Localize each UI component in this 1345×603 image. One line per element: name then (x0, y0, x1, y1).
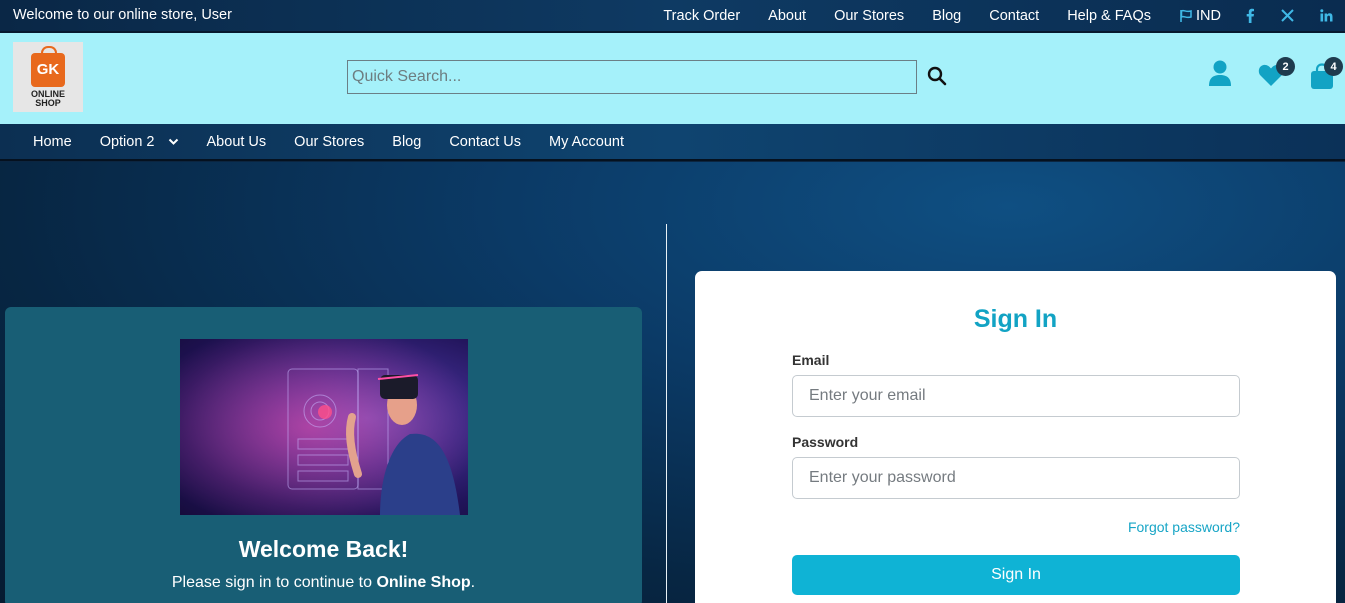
language-label: IND (1196, 7, 1221, 24)
top-bar: Welcome to our online store, User Track … (0, 0, 1345, 33)
welcome-card: Welcome Back! Please sign in to continue… (5, 307, 642, 603)
wishlist-icon[interactable]: 2 (1258, 57, 1295, 92)
welcome-subtitle-end: . (470, 574, 476, 591)
welcome-message: Welcome to our online store, User (13, 7, 232, 23)
linkedin-icon[interactable] (1320, 9, 1333, 22)
cart-count-badge: 4 (1324, 57, 1343, 76)
brand-name: Online Shop (376, 574, 471, 591)
logo-bag-icon: GK (31, 45, 65, 87)
password-field[interactable] (792, 457, 1240, 499)
top-links: Track Order About Our Stores Blog Contac… (663, 0, 1345, 31)
nav-blog[interactable]: Blog (378, 134, 435, 150)
help-faqs-link[interactable]: Help & FAQs (1067, 8, 1151, 24)
language-selector[interactable]: IND (1179, 8, 1221, 24)
about-link[interactable]: About (768, 8, 806, 24)
nav-our-stores[interactable]: Our Stores (280, 134, 378, 150)
contact-link[interactable]: Contact (989, 8, 1039, 24)
nav-my-account[interactable]: My Account (535, 134, 638, 150)
chevron-down-icon (168, 138, 178, 145)
cart-bag-icon[interactable]: 4 (1310, 57, 1343, 95)
welcome-subtitle-text: Please sign in to continue to (171, 574, 377, 591)
forgot-password-link[interactable]: Forgot password? (1128, 519, 1240, 535)
sign-in-button[interactable]: Sign In (792, 555, 1240, 595)
user-account-icon[interactable] (1208, 59, 1232, 92)
wishlist-count-badge: 2 (1276, 57, 1295, 76)
email-label: Email (792, 352, 830, 368)
site-logo[interactable]: GK ONLINE SHOP (13, 42, 83, 112)
main-nav: Home Option 2 About Us Our Stores Blog C… (0, 124, 1345, 161)
vr-hero-image (180, 339, 468, 515)
nav-contact-us[interactable]: Contact Us (435, 134, 535, 150)
x-twitter-icon[interactable] (1281, 9, 1294, 22)
site-header: GK ONLINE SHOP 2 4 (0, 33, 1345, 124)
sign-in-title: Sign In (973, 305, 1058, 333)
nav-option-2-label: Option 2 (99, 133, 155, 150)
welcome-subtitle: Please sign in to continue to Online Sho… (5, 574, 642, 592)
our-stores-link[interactable]: Our Stores (834, 8, 904, 24)
logo-text-line2: SHOP (35, 97, 61, 108)
password-label: Password (792, 434, 859, 450)
vertical-divider (666, 224, 667, 603)
welcome-title: Welcome Back! (238, 536, 409, 562)
sign-in-card: Sign In Email Password Forgot password? … (695, 271, 1336, 603)
nav-about-us[interactable]: About Us (193, 134, 281, 150)
facebook-icon[interactable] (1245, 8, 1255, 23)
email-field[interactable] (792, 375, 1240, 417)
main-content: Welcome Back! Please sign in to continue… (0, 162, 1345, 603)
nav-option-2[interactable]: Option 2 (86, 134, 193, 150)
logo-mark: GK (36, 61, 60, 78)
nav-home[interactable]: Home (19, 134, 86, 150)
blog-link[interactable]: Blog (932, 8, 961, 24)
quick-search-input[interactable] (347, 60, 917, 94)
flag-icon (1180, 9, 1192, 22)
logo-text: ONLINE SHOP (31, 89, 65, 108)
search-icon[interactable] (927, 66, 949, 88)
track-order-link[interactable]: Track Order (663, 8, 740, 24)
